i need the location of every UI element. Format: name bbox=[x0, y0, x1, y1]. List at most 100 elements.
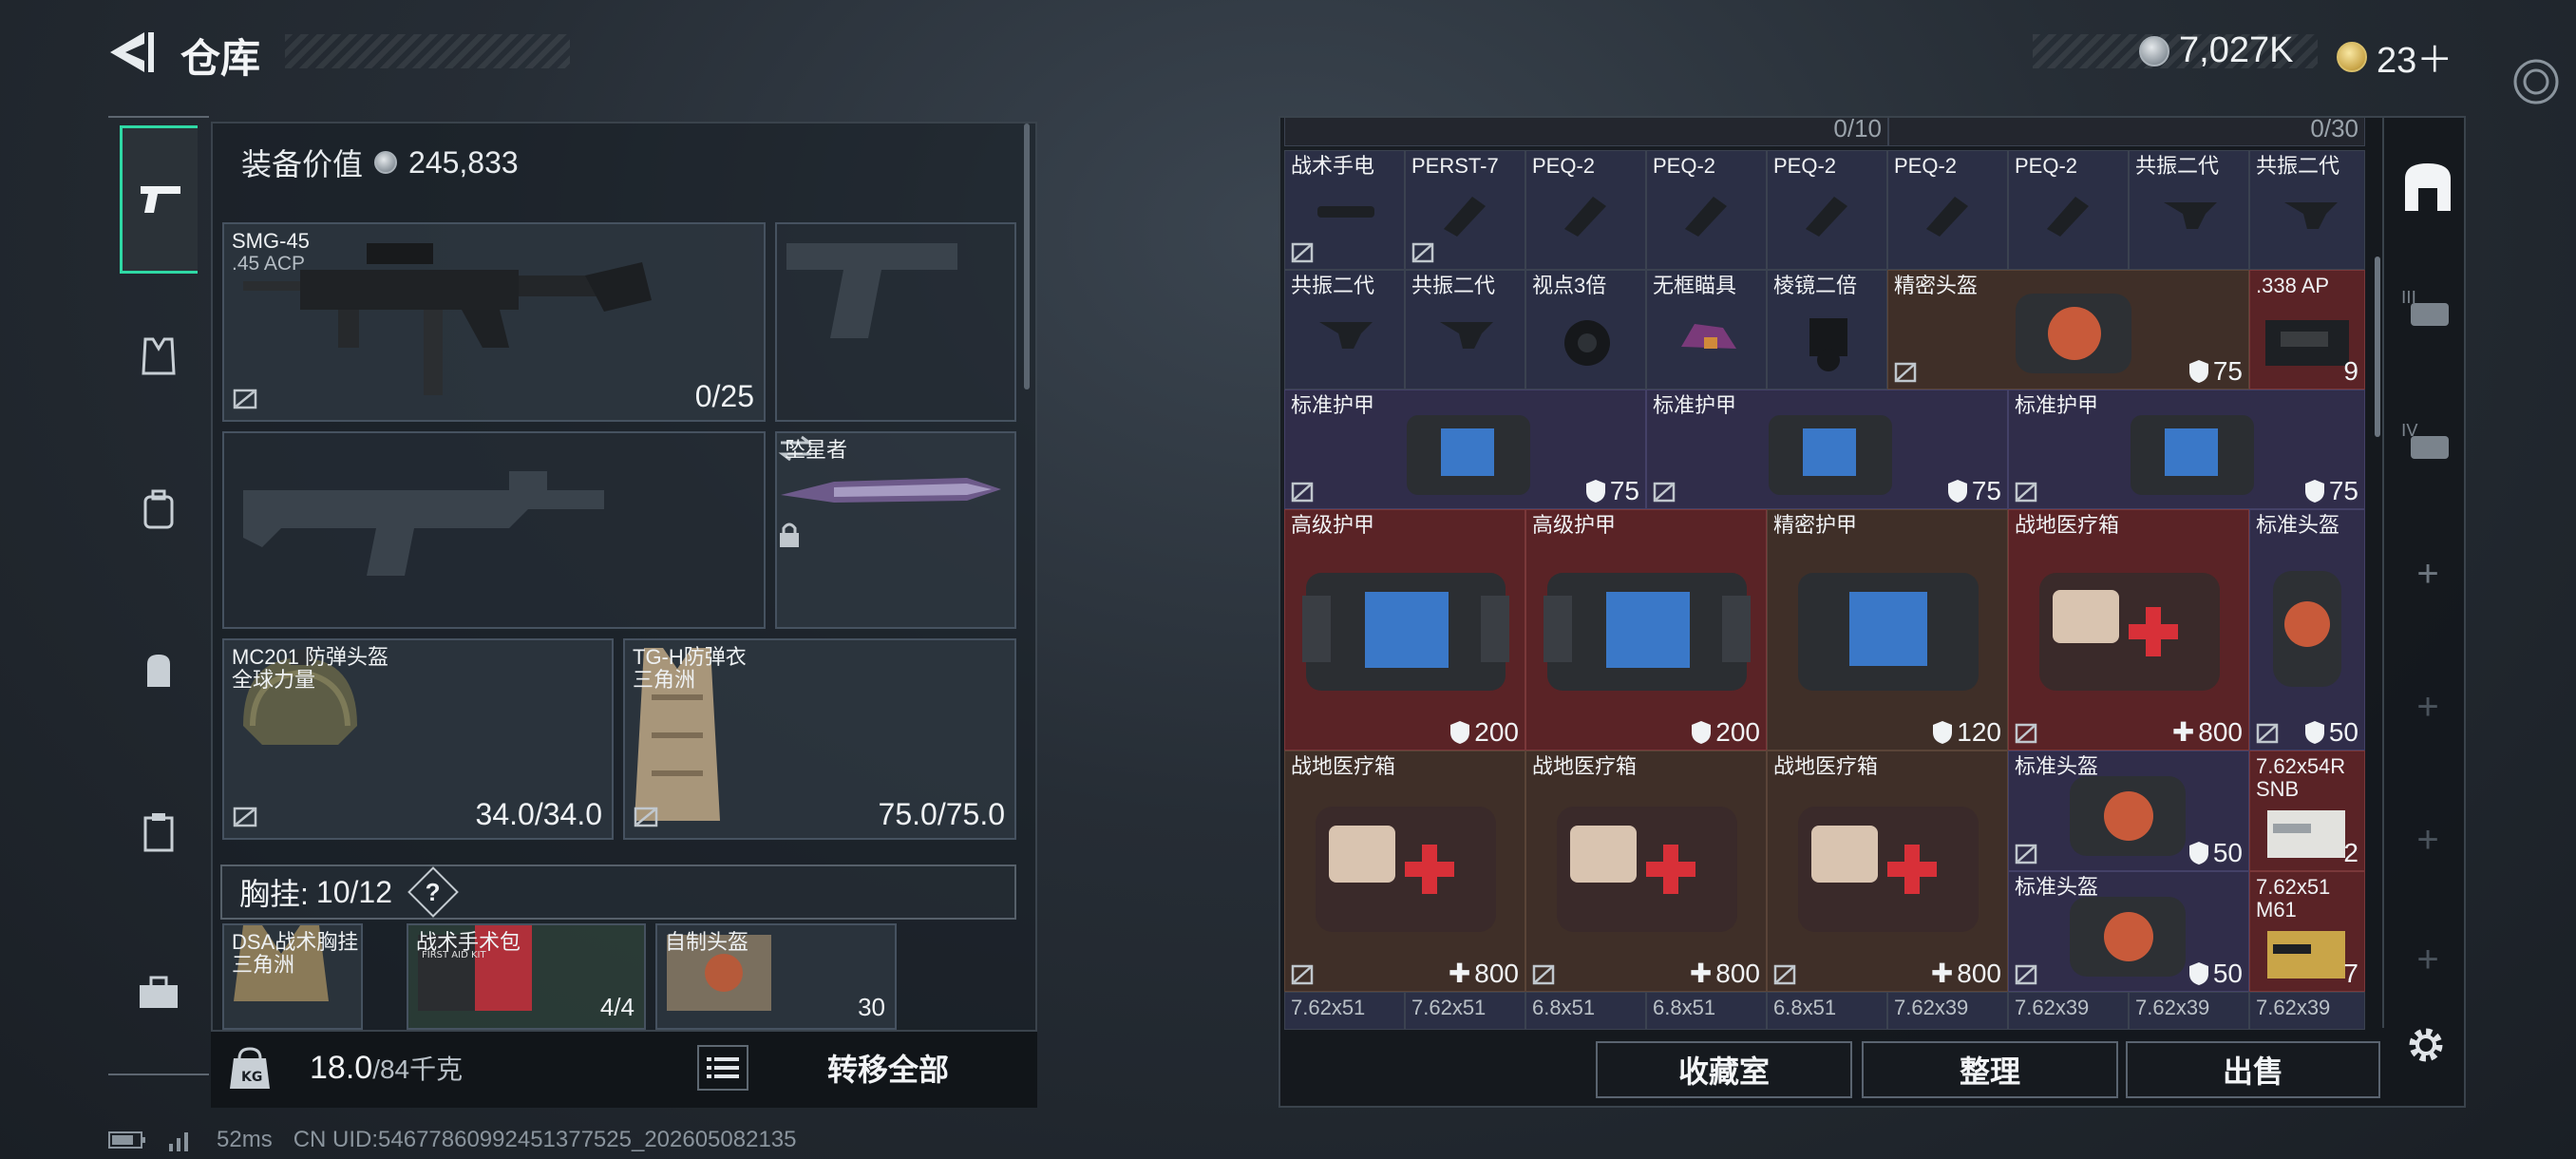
stash-item[interactable]: 战术手电 bbox=[1284, 150, 1405, 270]
add-stash-tab[interactable]: + bbox=[2397, 676, 2458, 737]
list-icon bbox=[707, 1057, 739, 1078]
stash-item[interactable]: PEQ-2 bbox=[1646, 150, 1767, 270]
starfall-blade-icon bbox=[781, 478, 1001, 503]
add-stash-tab[interactable]: + bbox=[2397, 809, 2458, 870]
melee-slot[interactable]: 坠星者 bbox=[775, 431, 1016, 629]
nav-medical[interactable] bbox=[120, 792, 198, 870]
stash-item[interactable]: 精密护甲 120 bbox=[1767, 509, 2008, 750]
gold-currency[interactable]: 23＋ bbox=[2337, 30, 2453, 83]
stash-item[interactable]: 标准护甲 75 bbox=[1646, 390, 2008, 509]
stash-item[interactable]: 战地医疗箱 ✚ 800 bbox=[1284, 750, 1525, 992]
stash-item[interactable]: 标准头盔 50 bbox=[2249, 509, 2365, 750]
silver-coin-icon bbox=[2139, 35, 2169, 66]
rig-item-name: DSA战术胸挂 bbox=[232, 930, 359, 954]
nav-toolbox[interactable] bbox=[120, 954, 198, 1032]
stash-item[interactable]: 战地医疗箱 ✚ 800 bbox=[1525, 750, 1767, 992]
stash-item[interactable]: 6.8x51 bbox=[1525, 992, 1646, 1030]
nav-rigs[interactable] bbox=[120, 317, 198, 395]
stash-item[interactable]: 标准护甲 75 bbox=[1284, 390, 1646, 509]
stash-item[interactable]: 7.62x39 bbox=[1887, 992, 2008, 1030]
stash-item[interactable]: 共振二代 bbox=[1405, 270, 1525, 390]
stash-row-header: 0/10 bbox=[1284, 118, 1888, 146]
item-name: 7.62x39 bbox=[2015, 996, 2090, 1019]
stash-item[interactable]: 标准头盔 50 bbox=[2008, 750, 2249, 871]
stash-item[interactable]: 视点3倍 bbox=[1525, 270, 1646, 390]
stash-item[interactable]: 战地医疗箱 ✚ 800 bbox=[1767, 750, 2008, 992]
stash-item[interactable]: 7.62x51 M61 7 bbox=[2249, 871, 2365, 992]
stash-item[interactable]: 高级护甲 200 bbox=[1525, 509, 1767, 750]
stash-item[interactable]: 棱镜二倍 bbox=[1767, 270, 1887, 390]
stash-item[interactable]: 6.8x51 bbox=[1767, 992, 1887, 1030]
add-stash-tab[interactable]: + bbox=[2397, 543, 2458, 604]
stash-item[interactable]: 7.62x54R SNB 2 bbox=[2249, 750, 2365, 871]
item-durability: 120 bbox=[1957, 717, 2001, 747]
sort-button[interactable]: 整理 bbox=[1862, 1041, 2118, 1098]
gold-coin-icon bbox=[2337, 41, 2367, 72]
weight-icon: KG bbox=[228, 1045, 272, 1092]
rig-item-helmet[interactable]: 自制头盔 30 bbox=[655, 923, 897, 1030]
silver-coin-icon bbox=[374, 151, 398, 174]
stash-item[interactable]: PERST-7 bbox=[1405, 150, 1525, 270]
stash-item[interactable]: 7.62x51 bbox=[1284, 992, 1405, 1030]
stash-item[interactable]: 7.62x39 bbox=[2249, 992, 2365, 1030]
stash-item[interactable]: PEQ-2 bbox=[1525, 150, 1646, 270]
item-name: 7.62x39 bbox=[2135, 996, 2210, 1019]
stash-item[interactable]: 7.62x39 bbox=[2129, 992, 2249, 1030]
transfer-all-button[interactable]: 转移全部 bbox=[760, 1039, 1016, 1096]
sell-button[interactable]: 出售 bbox=[2126, 1041, 2380, 1098]
stash-item[interactable]: 无框瞄具 bbox=[1646, 270, 1767, 390]
no-insurance-icon bbox=[233, 807, 257, 827]
add-stash-tab[interactable]: + bbox=[2397, 929, 2458, 990]
list-view-button[interactable] bbox=[697, 1045, 748, 1091]
stash-item[interactable]: PEQ-2 bbox=[1887, 150, 2008, 270]
stash-item[interactable]: 共振二代 bbox=[1284, 270, 1405, 390]
help-button[interactable]: ? bbox=[407, 866, 459, 918]
stash-item[interactable]: PEQ-2 bbox=[2008, 150, 2129, 270]
stash-item[interactable]: 7.62x51 bbox=[1405, 992, 1525, 1030]
lock-icon bbox=[780, 522, 799, 547]
stash-tab-4[interactable]: IV bbox=[2397, 410, 2458, 471]
stash-item[interactable]: 战地医疗箱 ✚ 800 bbox=[2008, 509, 2249, 750]
category-nav bbox=[108, 116, 209, 1075]
plus-icon: + bbox=[2416, 938, 2439, 980]
item-name: 7.62x51 M61 bbox=[2256, 875, 2331, 922]
carry-weight: 18.0/84千克 bbox=[310, 1049, 463, 1087]
stash-item[interactable]: PEQ-2 bbox=[1767, 150, 1887, 270]
loadout-scrollbar[interactable] bbox=[1024, 124, 1030, 390]
weapon-name: SMG-45 bbox=[232, 229, 310, 253]
armor-slot[interactable]: TG-H防弹衣 三角洲 75.0/75.0 bbox=[623, 638, 1016, 840]
stash-tab-3[interactable]: III bbox=[2397, 277, 2458, 338]
medkit-icon bbox=[1798, 807, 1979, 932]
rig-item-vest[interactable]: DSA战术胸挂 三角洲 bbox=[222, 923, 363, 1030]
stash-item[interactable]: 7.62x39 bbox=[2008, 992, 2129, 1030]
stash-item[interactable]: 标准头盔 50 bbox=[2008, 871, 2249, 992]
top-right-menu-button[interactable] bbox=[2506, 51, 2567, 112]
back-button[interactable] bbox=[106, 28, 160, 76]
stash-item[interactable]: 精密头盔 75 bbox=[1887, 270, 2249, 390]
armor-name: TG-H防弹衣 bbox=[633, 645, 747, 669]
rig-item-uses: 4/4 bbox=[599, 993, 635, 1021]
stash-item[interactable]: 标准护甲 75 bbox=[2008, 390, 2365, 509]
secondary-weapon-slot[interactable] bbox=[222, 431, 766, 629]
nav-backpacks[interactable] bbox=[120, 631, 198, 709]
stash-settings-button[interactable] bbox=[2403, 1022, 2449, 1068]
grip-icon bbox=[2164, 202, 2217, 229]
rig-item-surgery-kit[interactable]: 战术手术包 FIRST AID KIT 4/4 bbox=[407, 923, 646, 1030]
sidearm-slot[interactable] bbox=[775, 222, 1016, 422]
nav-weapons[interactable] bbox=[120, 125, 198, 274]
nav-armor[interactable] bbox=[120, 471, 198, 549]
collection-room-button[interactable]: 收藏室 bbox=[1596, 1041, 1852, 1098]
backpack-armor-icon bbox=[143, 489, 174, 529]
stash-item[interactable]: 共振二代 bbox=[2249, 150, 2365, 270]
helmet-slot[interactable]: MC201 防弹头盔 全球力量 34.0/34.0 bbox=[222, 638, 614, 840]
item-name: 7.62x39 bbox=[1894, 996, 1969, 1019]
shield-icon bbox=[1585, 480, 1605, 503]
stash-item[interactable]: .338 AP 9 bbox=[2249, 270, 2365, 390]
stash-scrollbar[interactable] bbox=[2375, 256, 2380, 437]
item-name: 共振二代 bbox=[2256, 154, 2340, 178]
stash-item[interactable]: 高级护甲 200 bbox=[1284, 509, 1525, 750]
primary-weapon-slot[interactable]: SMG-45 .45 ACP 0/25 bbox=[222, 222, 766, 422]
stash-tab-main[interactable] bbox=[2397, 156, 2458, 217]
stash-item[interactable]: 6.8x51 bbox=[1646, 992, 1767, 1030]
stash-item[interactable]: 共振二代 bbox=[2129, 150, 2249, 270]
